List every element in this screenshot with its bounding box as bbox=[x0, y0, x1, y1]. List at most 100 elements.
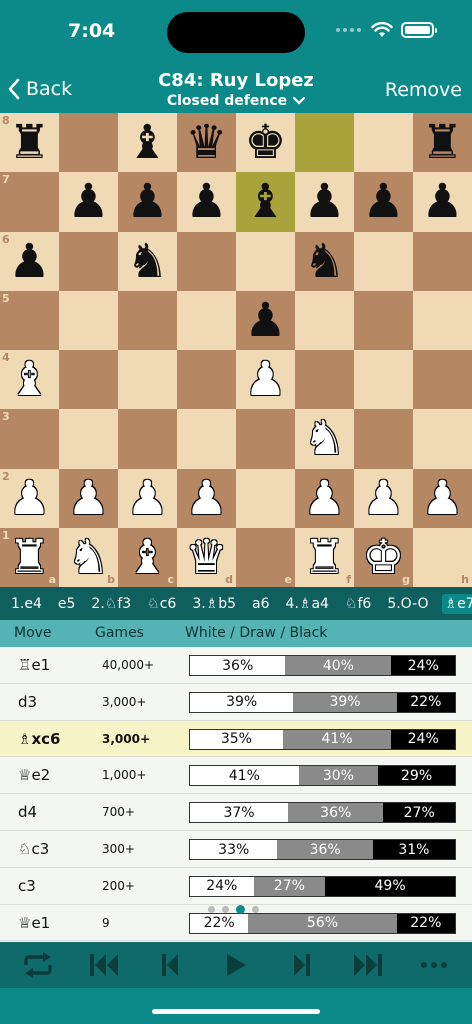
square-h4[interactable] bbox=[413, 350, 472, 410]
white-knight-b1[interactable]: ♞ bbox=[59, 528, 118, 587]
move-8[interactable]: ♘f6 bbox=[342, 594, 374, 614]
white-pawn-a2[interactable]: ♟ bbox=[0, 469, 59, 528]
more-button[interactable] bbox=[414, 945, 454, 985]
move-4[interactable]: ♘c6 bbox=[144, 594, 179, 614]
move-6[interactable]: a6 bbox=[249, 594, 273, 614]
square-g6[interactable] bbox=[354, 231, 413, 291]
square-a7[interactable]: 7 bbox=[0, 172, 59, 232]
square-b4[interactable] bbox=[59, 350, 118, 410]
square-f4[interactable] bbox=[295, 350, 354, 410]
page-dot[interactable] bbox=[208, 906, 215, 913]
explorer-row[interactable]: d3 3,000+ 39% 39% 22% bbox=[0, 684, 472, 721]
white-knight-f3[interactable]: ♞ bbox=[295, 409, 354, 468]
previous-move-button[interactable] bbox=[150, 945, 190, 985]
black-rook-h8[interactable]: ♜ bbox=[413, 113, 472, 172]
page-indicator[interactable] bbox=[208, 905, 259, 914]
square-d3[interactable] bbox=[177, 409, 236, 469]
white-pawn-b2[interactable]: ♟ bbox=[59, 469, 118, 528]
page-dot[interactable] bbox=[236, 905, 245, 914]
square-d5[interactable] bbox=[177, 290, 236, 350]
square-a5[interactable]: 5 bbox=[0, 290, 59, 350]
square-h5[interactable] bbox=[413, 290, 472, 350]
black-pawn-a6[interactable]: ♟ bbox=[0, 232, 59, 291]
move-2[interactable]: e5 bbox=[55, 594, 79, 614]
square-f8[interactable] bbox=[295, 113, 354, 173]
black-bishop-e7[interactable]: ♝ bbox=[236, 172, 295, 231]
chess-board[interactable]: 8 7 6 5 4 3 2 1 a b c d e f g h ♜ ♝ ♛ ♚ ♜ ♟ ♟ ♟ ♝ ♟ ♟ ♟ ♟ ♞ ♞ ♟ ♝ ♟ ♞ ♟ ♟ ♟ ♟ ♟… bbox=[0, 113, 472, 587]
white-pawn-c2[interactable]: ♟ bbox=[118, 469, 177, 528]
square-g3[interactable] bbox=[354, 409, 413, 469]
black-knight-c6[interactable]: ♞ bbox=[118, 232, 177, 291]
move-3[interactable]: 2.♘f3 bbox=[88, 594, 134, 614]
page-dot[interactable] bbox=[222, 906, 229, 913]
square-c3[interactable] bbox=[118, 409, 177, 469]
square-b3[interactable] bbox=[59, 409, 118, 469]
square-a3[interactable]: 3 bbox=[0, 409, 59, 469]
black-bishop-c8[interactable]: ♝ bbox=[118, 113, 177, 172]
explorer-row[interactable]: ♗xc6 3,000+ 35% 41% 24% bbox=[0, 720, 472, 758]
last-move-button[interactable] bbox=[348, 945, 388, 985]
square-h1[interactable]: h bbox=[413, 527, 472, 587]
square-h6[interactable] bbox=[413, 231, 472, 291]
explorer-row[interactable]: ♘c3 300+ 33% 36% 31% bbox=[0, 831, 472, 868]
black-pawn-e5[interactable]: ♟ bbox=[236, 291, 295, 350]
result-bar: 33% 36% 31% bbox=[189, 839, 456, 860]
black-queen-d8[interactable]: ♛ bbox=[177, 113, 236, 172]
square-e6[interactable] bbox=[236, 231, 295, 291]
square-f5[interactable] bbox=[295, 290, 354, 350]
rank-label: 3 bbox=[2, 410, 10, 424]
square-c5[interactable] bbox=[118, 290, 177, 350]
black-pawn-f7[interactable]: ♟ bbox=[295, 172, 354, 231]
page-dot[interactable] bbox=[252, 906, 259, 913]
flip-board-button[interactable] bbox=[18, 945, 58, 985]
white-king-g1[interactable]: ♚ bbox=[354, 528, 413, 587]
square-g5[interactable] bbox=[354, 290, 413, 350]
play-button[interactable] bbox=[216, 945, 256, 985]
explorer-row[interactable]: ♕e2 1,000+ 41% 30% 29% bbox=[0, 757, 472, 795]
square-c4[interactable] bbox=[118, 350, 177, 410]
square-g8[interactable] bbox=[354, 113, 413, 173]
flip-board-icon bbox=[24, 952, 52, 978]
white-pawn-g2[interactable]: ♟ bbox=[354, 469, 413, 528]
white-pawn-h2[interactable]: ♟ bbox=[413, 469, 472, 528]
white-queen-d1[interactable]: ♛ bbox=[177, 528, 236, 587]
black-pawn-c7[interactable]: ♟ bbox=[118, 172, 177, 231]
square-h3[interactable] bbox=[413, 409, 472, 469]
file-label: e bbox=[284, 573, 292, 586]
white-pawn-e4[interactable]: ♟ bbox=[236, 350, 295, 409]
black-knight-f6[interactable]: ♞ bbox=[295, 232, 354, 291]
square-b8[interactable] bbox=[59, 113, 118, 173]
square-d4[interactable] bbox=[177, 350, 236, 410]
square-e3[interactable] bbox=[236, 409, 295, 469]
black-pawn-d7[interactable]: ♟ bbox=[177, 172, 236, 231]
next-move-button[interactable] bbox=[282, 945, 322, 985]
move-7[interactable]: 4.♗a4 bbox=[283, 594, 332, 614]
white-rook-a1[interactable]: ♜ bbox=[0, 528, 59, 587]
black-king-e8[interactable]: ♚ bbox=[236, 113, 295, 172]
row-move: ♕e1 bbox=[18, 913, 51, 932]
square-b5[interactable] bbox=[59, 290, 118, 350]
white-bishop-c1[interactable]: ♝ bbox=[118, 528, 177, 587]
square-e1[interactable]: e bbox=[236, 527, 295, 587]
black-pawn-g7[interactable]: ♟ bbox=[354, 172, 413, 231]
white-pawn-d2[interactable]: ♟ bbox=[177, 469, 236, 528]
explorer-row[interactable]: c3 200+ 24% 27% 49% bbox=[0, 868, 472, 905]
remove-button[interactable]: Remove bbox=[385, 79, 462, 101]
black-pawn-h7[interactable]: ♟ bbox=[413, 172, 472, 231]
explorer-row[interactable]: d4 700+ 37% 36% 27% bbox=[0, 794, 472, 831]
first-move-button[interactable] bbox=[84, 945, 124, 985]
move-10[interactable]: ♗e7 bbox=[441, 593, 472, 614]
square-e2[interactable] bbox=[236, 468, 295, 528]
move-9[interactable]: 5.O-O bbox=[384, 594, 431, 614]
square-b6[interactable] bbox=[59, 231, 118, 291]
move-5[interactable]: 3.♗b5 bbox=[189, 594, 239, 614]
white-bishop-a4[interactable]: ♝ bbox=[0, 350, 59, 409]
black-rook-a8[interactable]: ♜ bbox=[0, 113, 59, 172]
square-g4[interactable] bbox=[354, 350, 413, 410]
white-rook-f1[interactable]: ♜ bbox=[295, 528, 354, 587]
move-1[interactable]: 1.e4 bbox=[8, 594, 45, 614]
square-d6[interactable] bbox=[177, 231, 236, 291]
explorer-row[interactable]: ♖e1 40,000+ 36% 40% 24% bbox=[0, 647, 472, 684]
white-pawn-f2[interactable]: ♟ bbox=[295, 469, 354, 528]
black-pawn-b7[interactable]: ♟ bbox=[59, 172, 118, 231]
